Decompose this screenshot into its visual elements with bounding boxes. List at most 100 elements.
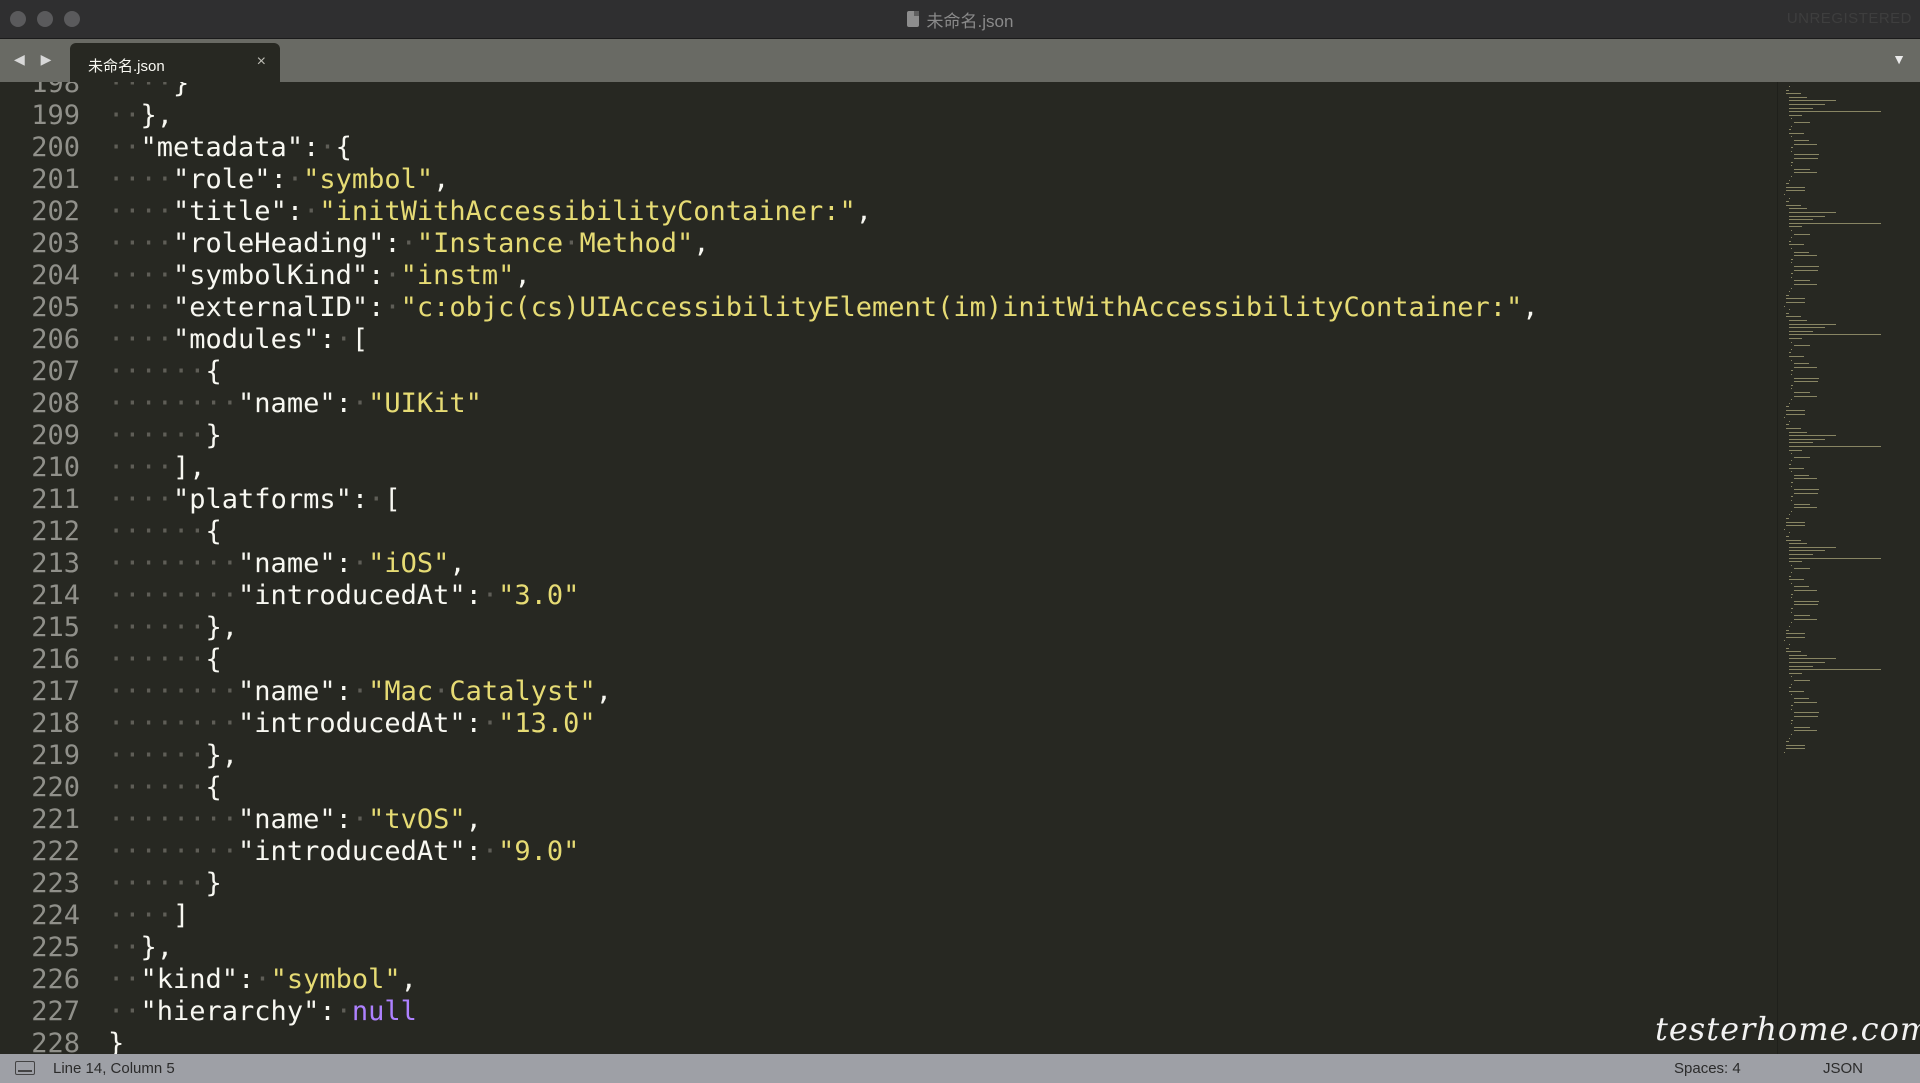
code-line[interactable]: ······} <box>108 420 1539 452</box>
minimap-line <box>1791 359 1793 361</box>
minimap-line <box>1788 442 1813 444</box>
minimap-line <box>1788 96 1808 98</box>
minimap-line <box>1788 222 1882 224</box>
code-line[interactable]: ····"role":·"symbol", <box>108 164 1539 196</box>
minimap-line <box>1784 305 1786 307</box>
code-line[interactable]: ········"name":·"UIKit" <box>108 388 1539 420</box>
minimap-line <box>1791 161 1794 163</box>
minimap-line <box>1791 399 1793 401</box>
minimap-line <box>1788 215 1826 217</box>
code-line[interactable]: ··"metadata":·{ <box>108 132 1539 164</box>
console-panel-icon[interactable] <box>15 1061 35 1075</box>
code-line[interactable]: ········"introducedAt":·"9.0" <box>108 836 1539 868</box>
minimap-line <box>1791 348 1793 350</box>
minimap-line <box>1793 154 1819 156</box>
minimap-line <box>1791 374 1793 375</box>
minimap-line <box>1788 244 1805 246</box>
code-line[interactable]: ····"modules":·[ <box>108 324 1539 356</box>
code-line[interactable]: ········"introducedAt":·"13.0" <box>108 708 1539 740</box>
minimap-line <box>1788 212 1837 213</box>
tab-untitled-json[interactable]: 未命名.json × <box>70 43 280 82</box>
tab-navigation-arrows-icon[interactable]: ◀ ▶ <box>14 51 57 68</box>
minimap-line <box>1786 647 1789 649</box>
line-number: 204 <box>31 260 80 291</box>
code-line[interactable]: ····"externalID":·"c:objc(cs)UIAccessibi… <box>108 292 1539 324</box>
line-number: 225 <box>31 932 80 963</box>
minimap-line <box>1786 190 1806 192</box>
minimap-line <box>1788 226 1802 228</box>
minimap-line <box>1791 150 1793 152</box>
code-text-area[interactable]: ····} ··}, ··"metadata":·{····"role":·"sym… <box>108 82 1539 1054</box>
tab-close-icon[interactable]: × <box>257 53 266 71</box>
code-line[interactable]: } <box>108 1028 1539 1054</box>
minimap-line <box>1788 291 1790 293</box>
code-line[interactable]: ··}, <box>108 100 1539 132</box>
code-line[interactable]: ····] <box>108 900 1539 932</box>
code-line[interactable]: ····"symbolKind":·"instm", <box>108 260 1539 292</box>
minimap-line <box>1793 345 1811 347</box>
unregistered-label: UNREGISTERED <box>1786 10 1912 27</box>
code-line[interactable]: ··}, <box>108 932 1539 964</box>
minimap-line <box>1786 93 1801 95</box>
code-line[interactable]: ······{ <box>108 772 1539 804</box>
minimap-line <box>1788 665 1813 667</box>
minimap-line <box>1788 687 1791 689</box>
line-number: 219 <box>31 740 80 771</box>
code-line[interactable]: ········"introducedAt":·"3.0" <box>108 580 1539 612</box>
line-number: 209 <box>31 420 80 451</box>
minimap-line <box>1788 197 1790 199</box>
code-line[interactable]: ··"hierarchy":·null <box>108 996 1539 1028</box>
code-line[interactable]: ····"platforms":·[ <box>108 484 1539 516</box>
tab-label: 未命名.json <box>88 58 165 75</box>
code-line[interactable]: ······}, <box>108 612 1539 644</box>
minimap-line <box>1784 194 1786 195</box>
code-line[interactable]: ········"name":·"iOS", <box>108 548 1539 580</box>
minimap-line <box>1786 204 1801 206</box>
line-number: 215 <box>31 612 80 643</box>
code-line[interactable]: ······{ <box>108 516 1539 548</box>
minimap-line <box>1791 276 1793 278</box>
code-line[interactable]: ······{ <box>108 644 1539 676</box>
syntax-selector[interactable]: JSON <box>1823 1060 1863 1077</box>
code-editor[interactable]: 198 199 200 201 202 203 204 205 206 207 208 209 210 2… <box>0 82 1778 1054</box>
minimap-line <box>1791 237 1793 239</box>
minimap-line <box>1791 165 1793 167</box>
minimap-line <box>1784 640 1786 642</box>
minimap-line <box>1793 363 1809 365</box>
code-line[interactable]: ····], <box>108 452 1539 484</box>
minimap-line <box>1793 395 1817 397</box>
minimap-line <box>1788 690 1805 692</box>
minimap-line <box>1791 341 1793 343</box>
minimap-line <box>1786 633 1806 635</box>
minimap-line <box>1793 701 1817 703</box>
minimap-line <box>1791 125 1793 127</box>
minimap-line <box>1786 629 1789 631</box>
minimap-line <box>1788 219 1813 221</box>
code-line[interactable]: ········"name":·"tvOS", <box>108 804 1539 836</box>
minimap-line <box>1788 179 1790 181</box>
minimap-line <box>1793 489 1819 491</box>
code-line[interactable]: ······{ <box>108 356 1539 388</box>
line-number: 206 <box>31 324 80 355</box>
minimap-line <box>1791 482 1794 483</box>
minimap-line <box>1793 712 1819 714</box>
code-line[interactable]: ········"name":·"Mac·Catalyst", <box>108 676 1539 708</box>
tab-bar: ◀ ▶ 未命名.json × ▼ <box>0 39 1920 82</box>
minimap-line <box>1791 611 1793 613</box>
code-line[interactable]: ····"roleHeading":·"Instance·Method", <box>108 228 1539 260</box>
minimap-line <box>1784 752 1786 753</box>
code-line[interactable]: ··"kind":·"symbol", <box>108 964 1539 996</box>
tab-list-dropdown-icon[interactable]: ▼ <box>1892 51 1906 67</box>
code-line[interactable]: ····"title":·"initWithAccessibilityConta… <box>108 196 1539 228</box>
cursor-position: Line 14, Column 5 <box>53 1060 175 1077</box>
code-line[interactable]: ····} <box>108 82 1539 100</box>
minimap-line <box>1786 413 1806 415</box>
minimap[interactable] <box>1777 82 1920 1054</box>
line-number: 216 <box>31 644 80 675</box>
code-line[interactable]: ······} <box>108 868 1539 900</box>
minimap-line <box>1788 356 1805 357</box>
indentation-setting[interactable]: Spaces: 4 <box>1674 1060 1741 1077</box>
line-number: 227 <box>31 996 80 1027</box>
code-line[interactable]: ······}, <box>108 740 1539 772</box>
minimap-line <box>1786 741 1789 743</box>
